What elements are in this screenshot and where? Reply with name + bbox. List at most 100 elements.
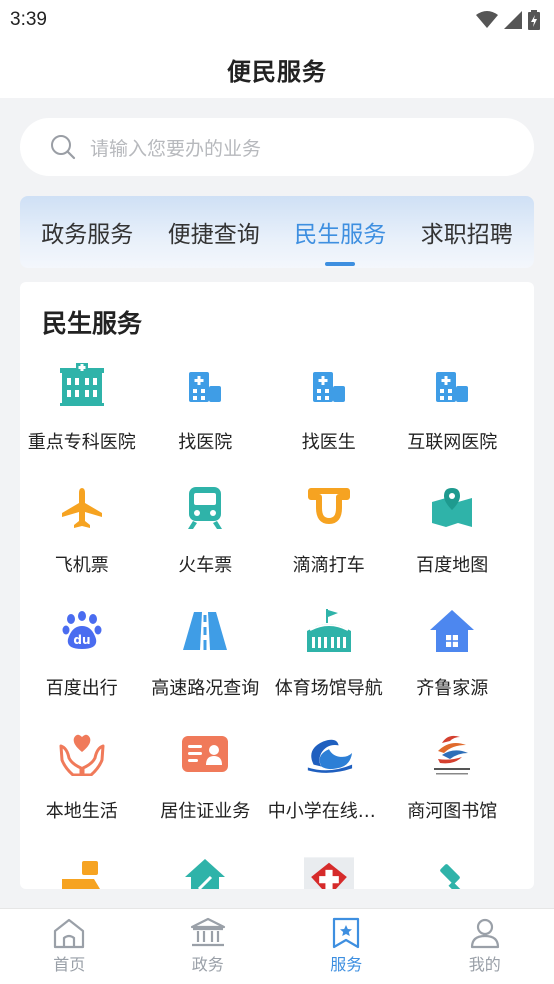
signal-icon [504,11,522,29]
home-icon [54,918,85,949]
service-label: 中小学在线教... [267,801,390,822]
tab-label: 求职招聘 [420,222,513,248]
service-local-life[interactable]: 本地生活 [20,723,144,846]
search-area: 请输入您要办的业务 [0,98,554,178]
grid-row-partial [20,846,534,889]
baidu-paw-icon: du [57,606,107,656]
service-partial-red-cross[interactable] [267,846,391,889]
service-icon [333,917,360,949]
svg-text:du: du [73,633,90,647]
service-shanghe-library[interactable]: 商河图书馆 [391,723,515,846]
service-partial-legal[interactable] [391,846,515,889]
service-label: 百度出行 [45,678,118,699]
gavel-icon [427,852,477,889]
status-bar: 3:39 [0,0,554,40]
service-internet-hospital[interactable]: 互联网医院 [391,354,515,477]
service-label: 体育场馆导航 [274,678,383,699]
grid-row: 重点专科医院 找医院 找医生 互联网医院 [20,354,534,477]
service-highway-traffic[interactable]: 高速路况查询 [144,600,268,723]
bottom-navigation: 首页 政务 服务 我的 [0,908,554,984]
active-tab-indicator [325,262,356,266]
service-label: 商河图书馆 [407,801,498,822]
service-label: 找医院 [178,432,233,453]
tab-livelihood-services[interactable]: 民生服务 [292,196,388,268]
wifi-icon [476,11,498,28]
search-icon [51,135,76,160]
nav-label: 服务 [330,955,363,974]
service-stadium-navigation[interactable]: 体育场馆导航 [267,600,391,723]
house-icon [180,852,230,889]
service-baidu-map[interactable]: 百度地图 [391,477,515,600]
service-label: 互联网医院 [407,432,498,453]
airplane-icon [57,483,107,533]
nav-label: 首页 [53,955,86,974]
service-label: 齐鲁家源 [416,678,489,699]
service-label: 百度地图 [416,555,489,576]
train-icon [180,483,230,533]
service-label: 找医生 [301,432,356,453]
service-label: 火车票 [178,555,233,576]
category-tabs: 政务服务 便捷查询 民生服务 求职招聘 [20,196,534,268]
search-input[interactable]: 请输入您要办的业务 [20,118,534,176]
service-find-doctor[interactable]: 找医生 [267,354,391,477]
service-key-specialty-hospital[interactable]: 重点专科医院 [20,354,144,477]
tab-label: 便捷查询 [167,222,260,248]
red-cross-icon [303,852,354,889]
house-icon [427,606,477,656]
service-didi-taxi[interactable]: 滴滴打车 [267,477,391,600]
government-icon [190,917,225,947]
nav-label: 我的 [468,955,501,974]
didi-icon [304,483,354,533]
id-card-icon [180,729,230,779]
status-time: 3:39 [10,9,47,30]
search-placeholder: 请输入您要办的业务 [90,137,262,160]
grid-row: du 百度出行 高速路况查询 体育场馆导航 齐鲁家源 [20,600,534,723]
tab-quick-query[interactable]: 便捷查询 [166,196,262,268]
service-label: 本地生活 [45,801,118,822]
scooter-icon [57,852,107,889]
service-label: 重点专科医院 [27,432,136,453]
service-flight-tickets[interactable]: 飞机票 [20,477,144,600]
service-find-hospital[interactable]: 找医院 [144,354,268,477]
services-grid: 重点专科医院 找医院 找医生 互联网医院 飞机票 火车票 滴滴打车 百度地图 d… [20,354,534,889]
grid-row: 本地生活 居住证业务 中小学在线教... 商河图书馆 [20,723,534,846]
service-residence-permit[interactable]: 居住证业务 [144,723,268,846]
nav-service[interactable]: 服务 [277,909,416,984]
hospital-icon [427,360,477,410]
highway-icon [180,606,230,656]
service-qilu-jiayuan[interactable]: 齐鲁家源 [391,600,515,723]
stadium-icon [304,606,354,656]
tab-jobs[interactable]: 求职招聘 [419,196,515,268]
header: 便民服务 [0,40,554,98]
user-icon [470,918,499,949]
service-partial-delivery[interactable] [20,846,144,889]
service-label: 高速路况查询 [151,678,260,699]
map-icon [427,483,477,533]
services-panel: 民生服务 重点专科医院 找医院 找医生 互联网医院 飞机票 火车票 滴滴打车 百… [20,282,534,889]
tab-label: 政务服务 [41,222,134,248]
tab-label: 民生服务 [294,222,387,248]
panel-title: 民生服务 [42,309,143,338]
service-partial-housing[interactable] [144,846,268,889]
heart-hands-icon [57,729,107,779]
service-online-education[interactable]: 中小学在线教... [267,723,391,846]
status-icons [476,10,540,30]
service-label: 飞机票 [54,555,109,576]
nav-mine[interactable]: 我的 [416,909,554,984]
service-label: 滴滴打车 [292,555,365,576]
service-train-tickets[interactable]: 火车票 [144,477,268,600]
nav-home[interactable]: 首页 [0,909,139,984]
library-logo-icon [427,729,477,779]
grid-row: 飞机票 火车票 滴滴打车 百度地图 [20,477,534,600]
nav-label: 政务 [191,955,224,974]
page-title: 便民服务 [227,57,327,86]
nav-government[interactable]: 政务 [139,909,278,984]
tab-government-services[interactable]: 政务服务 [39,196,135,268]
education-icon [304,729,354,779]
service-label: 居住证业务 [160,801,251,822]
service-baidu-travel[interactable]: du 百度出行 [20,600,144,723]
battery-icon [528,10,540,30]
hospital-icon [304,360,354,410]
hospital-icon [180,360,230,410]
hospital-building-icon [57,360,107,410]
